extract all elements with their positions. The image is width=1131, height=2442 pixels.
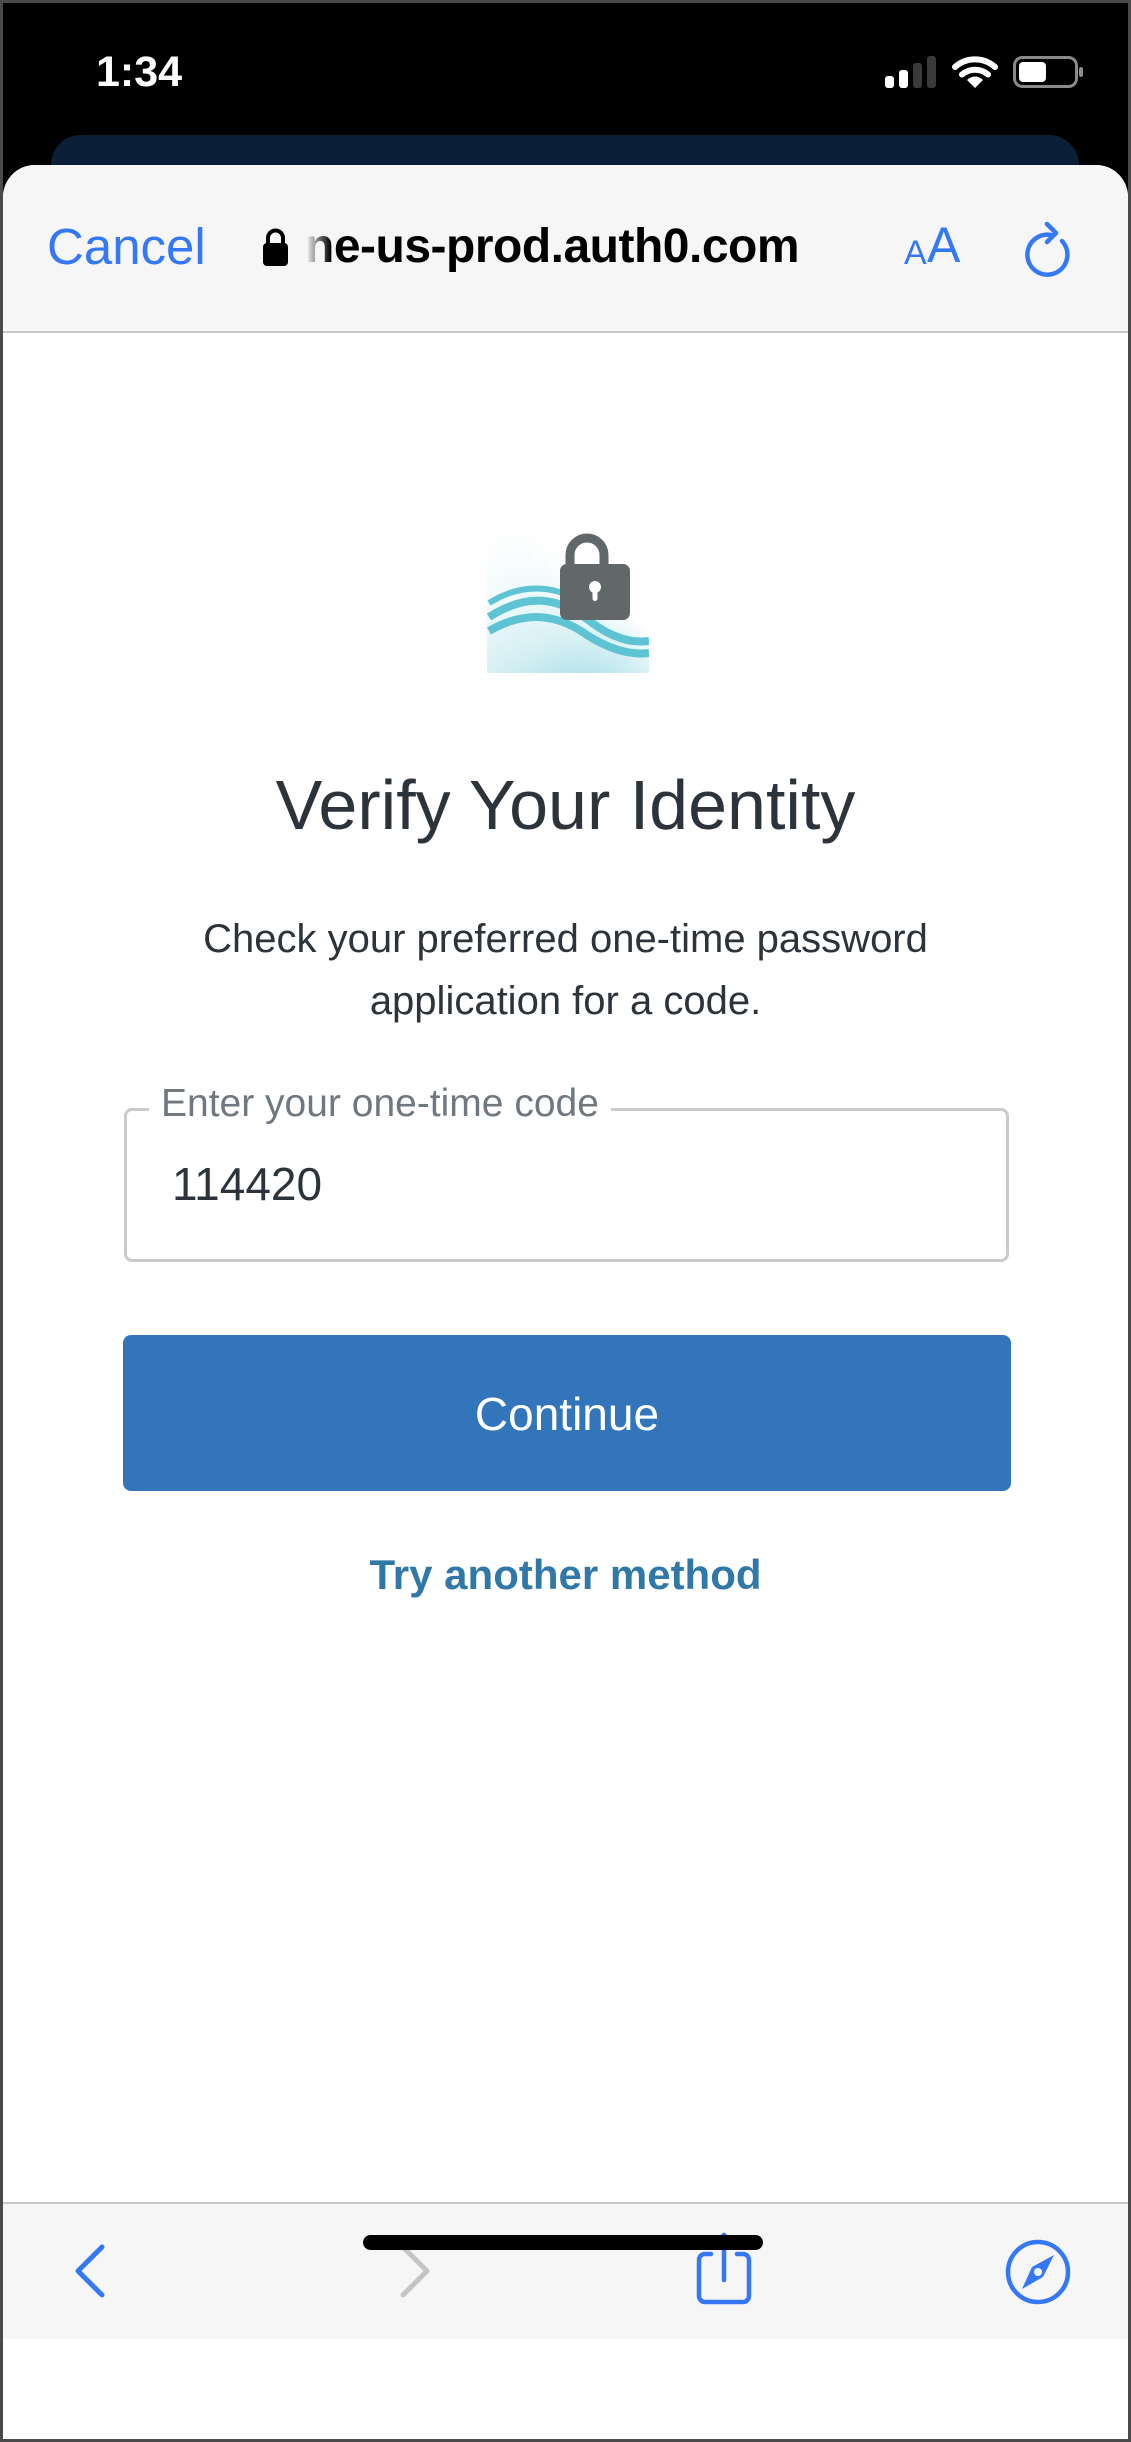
- one-time-code-label: Enter your one-time code: [149, 1079, 611, 1129]
- wifi-icon: [952, 56, 998, 88]
- url-fade: [303, 217, 331, 277]
- chevron-right-icon[interactable]: [392, 2242, 436, 2300]
- signal-bar: [927, 56, 936, 88]
- browser-toolbar: [3, 2202, 1128, 2339]
- battery-icon: [1013, 56, 1083, 88]
- one-time-code-field[interactable]: Enter your one-time code: [124, 1079, 1009, 1262]
- text-size-large-glyph: A: [927, 217, 961, 273]
- logo-lock-keyhole-slot: [592, 587, 598, 601]
- cancel-button[interactable]: Cancel: [47, 217, 206, 277]
- continue-button[interactable]: Continue: [123, 1335, 1011, 1491]
- lock-with-waves-logo: [487, 531, 649, 673]
- chevron-left-icon[interactable]: [69, 2242, 113, 2300]
- compass-icon[interactable]: [1003, 2237, 1073, 2307]
- signal-bar: [885, 76, 894, 88]
- page-description: Check your preferred one-time password a…: [203, 917, 928, 1023]
- lock-icon: [263, 228, 288, 266]
- battery-fill: [1019, 62, 1046, 82]
- reload-icon[interactable]: [1021, 217, 1081, 281]
- try-another-method-link[interactable]: Try another method: [3, 1550, 1128, 1600]
- url-address[interactable]: ne-us-prod.auth0.com: [305, 217, 853, 277]
- browser-header: Cancel ne-us-prod.auth0.com A A: [3, 165, 1128, 333]
- status-time: 1:34: [96, 48, 183, 96]
- page-title: Verify Your Identity: [275, 766, 856, 844]
- one-time-code-input[interactable]: [172, 1149, 952, 1219]
- cellular-signal-icon: [885, 56, 937, 88]
- signal-bar: [899, 70, 908, 88]
- text-size-small-glyph: A: [904, 234, 927, 272]
- text-size-button[interactable]: A A: [900, 220, 966, 280]
- signal-bar: [913, 63, 922, 88]
- home-indicator[interactable]: [363, 2235, 763, 2250]
- browser-sheet: Cancel ne-us-prod.auth0.com A A Verify Y…: [3, 165, 1128, 2442]
